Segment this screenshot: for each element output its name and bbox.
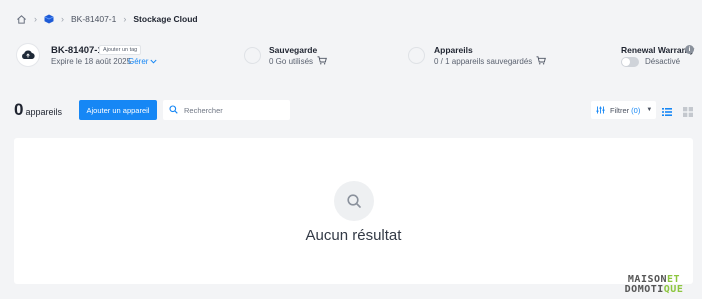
filter-label: Filtrer (610, 105, 630, 115)
breadcrumb: › › BK-81407-1 › Stockage Cloud (15, 11, 198, 27)
filter-button[interactable]: Filtrer (0) ▼ (591, 101, 656, 119)
search-box[interactable] (163, 100, 290, 120)
devices-usage: 0 / 1 appareils sauvegardés (434, 56, 547, 67)
search-icon (334, 181, 374, 221)
manage-dropdown[interactable]: Gérer (128, 57, 158, 66)
devices-title: Appareils (434, 45, 473, 55)
add-tag-button[interactable]: Ajouter un tag (99, 45, 142, 55)
empty-state-message: Aucun résultat (305, 227, 402, 244)
toggle-knob (622, 58, 630, 66)
device-name: BK-81407-1 (51, 45, 103, 56)
home-icon[interactable] (15, 13, 27, 25)
devices-usage-value: 0 / 1 appareils sauvegardés (434, 57, 533, 66)
chevron-down-icon (150, 57, 158, 66)
grid-view-icon[interactable] (683, 104, 693, 117)
warranty-toggle[interactable] (621, 57, 639, 67)
device-count-number: 0 (14, 100, 24, 119)
info-icon[interactable]: i (685, 45, 694, 54)
devices-usage-ring (408, 47, 425, 64)
caret-down-icon: ▼ (646, 107, 653, 113)
backup-usage-ring (244, 47, 261, 64)
warranty-title: Renewal Warranty (621, 45, 695, 55)
search-icon (169, 101, 178, 119)
watermark-text: DOMOTI (624, 284, 664, 295)
devices-toolbar: 0 appareils Ajouter un appareil Filtrer … (0, 98, 702, 124)
list-view-icon[interactable] (662, 104, 672, 116)
filter-sliders-icon (596, 106, 605, 114)
device-info-bar: BK-81407-1 Ajouter un tag Expire le 18 a… (0, 36, 702, 76)
device-count-label: appareils (25, 107, 62, 117)
warranty-status: Désactivé (645, 57, 681, 66)
breadcrumb-current: Stockage Cloud (133, 14, 198, 24)
watermark-text-accent: QUE (663, 284, 684, 295)
backup-usage: 0 Go utilisés (269, 56, 327, 67)
cart-icon[interactable] (536, 56, 547, 67)
add-device-button[interactable]: Ajouter un appareil (79, 100, 157, 120)
chevron-right-icon: › (61, 14, 64, 24)
backup-title: Sauvegarde (269, 45, 318, 55)
backup-usage-value: 0 Go utilisés (269, 57, 314, 66)
watermark-logo: MAISONET DOMOTIQUE (611, 275, 697, 295)
expiry-date: Expire le 18 août 2025 (51, 57, 132, 66)
filter-count: (0) (631, 105, 641, 115)
device-count: 0 appareils (14, 100, 62, 120)
search-input[interactable] (184, 105, 284, 115)
storage-cube-icon[interactable] (44, 14, 54, 24)
cart-icon[interactable] (317, 56, 327, 67)
results-panel: Aucun résultat (14, 138, 693, 284)
manage-label: Gérer (128, 57, 149, 66)
chevron-right-icon: › (34, 14, 37, 24)
cloud-backup-icon (17, 44, 39, 66)
breadcrumb-device[interactable]: BK-81407-1 (71, 14, 116, 24)
chevron-right-icon: › (123, 14, 127, 24)
